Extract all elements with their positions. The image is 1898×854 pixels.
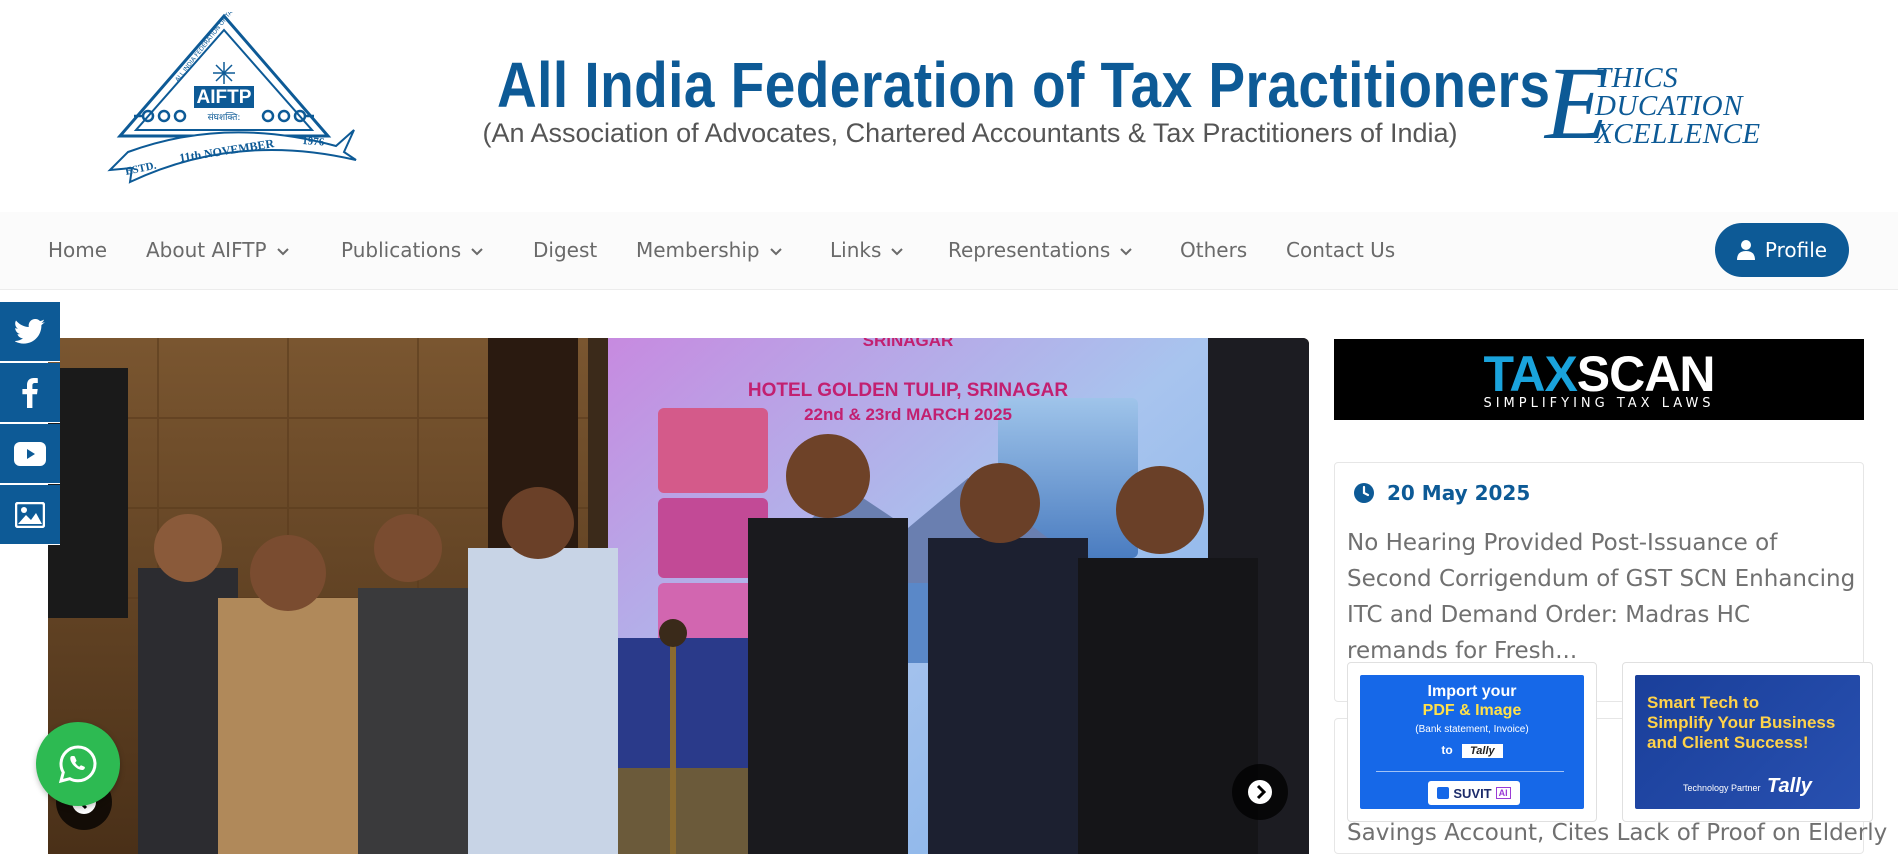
ad-tally-artwork: Smart Tech to Simplify Your Business and… — [1635, 675, 1860, 809]
banner-top: SRINAGAR — [863, 338, 954, 350]
news-date: 20 May 2025 — [1353, 481, 1530, 505]
nav-publications[interactable]: Publications — [341, 238, 483, 262]
nav-membership[interactable]: Membership — [636, 238, 782, 262]
chevron-down-icon — [471, 247, 483, 255]
nav-contact-label: Contact Us — [1286, 238, 1396, 262]
nav-digest[interactable]: Digest — [533, 238, 597, 262]
motto-line-ethics: THICS — [1595, 62, 1679, 94]
hero-slider[interactable]: HOTEL GOLDEN TULIP, SRINAGAR SRINAGAR 22… — [48, 338, 1309, 854]
motto: E THICS DUCATION XCELLENCE — [1545, 52, 1795, 158]
site-header: AIFTP ALL INDIA FEDERATION OF TAX PRACTI… — [0, 0, 1898, 212]
news-headline[interactable]: No Hearing Provided Post-Issuance of Sec… — [1347, 525, 1857, 669]
facebook-icon — [22, 377, 38, 408]
nav-contact[interactable]: Contact Us — [1286, 238, 1395, 262]
whatsapp-button[interactable] — [36, 722, 120, 806]
nav-representations-label: Representations — [948, 238, 1111, 262]
twitter-link[interactable] — [0, 302, 60, 362]
nav-links[interactable]: Links — [830, 238, 904, 262]
slider-photo: HOTEL GOLDEN TULIP, SRINAGAR SRINAGAR 22… — [48, 338, 1309, 854]
logo-abbr: AIFTP — [197, 87, 252, 108]
ad-tally-logo: Tally — [1767, 775, 1812, 797]
ad-suvit-line3: (Bank statement, Invoice) — [1415, 724, 1529, 735]
news-date-label: 20 May 2025 — [1387, 481, 1531, 505]
nav-home[interactable]: Home — [48, 238, 107, 262]
motto-line-education: DUCATION — [1595, 90, 1743, 122]
ad-suvit-to-row: to Tally — [1360, 743, 1584, 758]
profile-button-label: Profile — [1764, 238, 1828, 262]
twitter-icon — [15, 318, 45, 344]
ad-suvit-brand: SUVIT — [1453, 785, 1492, 801]
nav-links-label: Links — [830, 238, 882, 262]
ad-tally-line2: Simplify Your Business — [1647, 713, 1836, 732]
chevron-down-icon — [276, 247, 289, 255]
facebook-link[interactable] — [0, 363, 60, 423]
ad-suvit-tally-logo: Tally — [1462, 744, 1503, 758]
gallery-link[interactable] — [0, 485, 60, 545]
youtube-link[interactable] — [0, 424, 60, 484]
ad-suvit-divider — [1376, 771, 1564, 772]
aiftp-logo[interactable]: AIFTP ALL INDIA FEDERATION OF TAX PRACTI… — [106, 12, 368, 198]
ad-tally-partner: Technology Partner — [1683, 783, 1761, 793]
nav-representations[interactable]: Representations — [948, 238, 1133, 262]
user-icon — [1736, 240, 1755, 260]
ad-suvit[interactable]: Import your PDF & Image (Bank statement,… — [1347, 662, 1597, 822]
banner-venue: HOTEL GOLDEN TULIP, SRINAGAR — [748, 380, 1068, 401]
taxscan-logo: TAXSCAN — [1334, 345, 1864, 403]
chevron-down-icon — [769, 247, 782, 255]
ad-suvit-artwork: Import your PDF & Image (Bank statement,… — [1360, 675, 1584, 809]
profile-button[interactable]: Profile — [1715, 223, 1849, 277]
nav-publications-label: Publications — [341, 238, 462, 262]
nav-about[interactable]: About AIFTP — [146, 238, 289, 262]
nav-about-label: About AIFTP — [146, 238, 267, 262]
nav-membership-label: Membership — [636, 238, 760, 262]
ad-suvit-to: to — [1441, 743, 1453, 757]
nav-others[interactable]: Others — [1180, 238, 1247, 262]
logo-hindi-text: संघशक्ति: — [208, 111, 241, 123]
whatsapp-icon — [58, 745, 97, 784]
youtube-icon — [14, 441, 46, 466]
clock-icon — [1354, 483, 1374, 503]
logo-ribbon-year: 1976 — [302, 135, 325, 149]
banner-dates: 22nd & 23rd MARCH 2025 — [804, 405, 1012, 424]
nav-digest-label: Digest — [533, 238, 598, 262]
page-subtitle: (An Association of Advocates, Chartered … — [482, 118, 1458, 148]
chevron-down-icon — [1120, 247, 1133, 255]
nav-home-label: Home — [48, 238, 108, 262]
ad-suvit-line2: PDF & Image — [1422, 702, 1522, 719]
gallery-icon — [15, 501, 45, 528]
taxscan-logo-tax: TAX — [1483, 346, 1578, 402]
ad-tally-line3: and Client Success! — [1647, 733, 1809, 752]
taxscan-banner[interactable]: TAXSCAN SIMPLIFYING TAX LAWS — [1334, 339, 1864, 420]
ad-suvit-ai: AI — [1495, 787, 1511, 799]
chevron-down-icon — [891, 247, 904, 255]
ad-tally[interactable]: Smart Tech to Simplify Your Business and… — [1622, 662, 1873, 822]
slider-next-button[interactable] — [1232, 764, 1288, 820]
taxscan-logo-scan: SCAN — [1576, 346, 1716, 402]
ad-suvit-line1: Import your — [1427, 683, 1517, 700]
ad-suvit-brand-badge: SUVIT AI — [1428, 781, 1520, 805]
taxscan-tagline: SIMPLIFYING TAX LAWS — [1483, 396, 1715, 411]
chevron-right-icon — [1248, 780, 1272, 804]
page-title: All India Federation of Tax Practitioner… — [497, 49, 1551, 121]
ad-tally-line1: Smart Tech to — [1647, 693, 1760, 712]
suvit-logo-icon — [1437, 787, 1450, 799]
motto-line-excellence: XCELLENCE — [1595, 118, 1761, 150]
nav-others-label: Others — [1180, 238, 1248, 262]
